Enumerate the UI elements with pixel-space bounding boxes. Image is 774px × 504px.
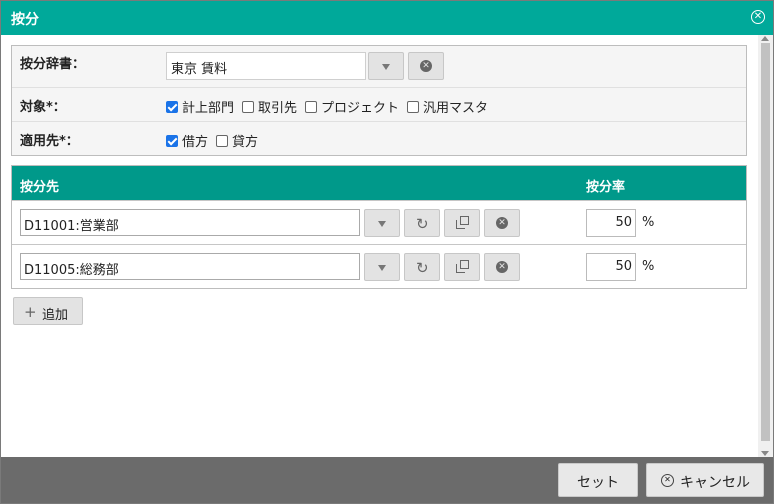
cancel-icon: ✕ bbox=[661, 474, 674, 487]
target-option-project[interactable]: プロジェクト bbox=[305, 97, 399, 116]
rate-unit: % bbox=[642, 215, 655, 230]
refresh-icon: ↻ bbox=[416, 215, 429, 233]
rate-input[interactable]: 50 bbox=[586, 253, 636, 281]
grid-header: 按分先 按分率 bbox=[12, 166, 746, 200]
checkbox[interactable] bbox=[407, 100, 420, 113]
add-row-button[interactable]: + 追加 bbox=[13, 297, 83, 325]
copy-icon bbox=[456, 260, 470, 274]
apply-to-checkboxes: 借方 貸方 bbox=[166, 131, 266, 150]
rate-unit: % bbox=[642, 259, 655, 274]
target-option-label: 汎用マスタ bbox=[423, 101, 489, 116]
destination-input[interactable]: D11001:営業部 bbox=[20, 209, 360, 236]
scroll-up-icon[interactable] bbox=[761, 36, 769, 41]
delete-button[interactable]: ✕ bbox=[484, 253, 520, 281]
checkbox[interactable] bbox=[166, 100, 178, 113]
checkbox[interactable] bbox=[216, 134, 229, 147]
refresh-icon: ↻ bbox=[416, 259, 429, 277]
dictionary-label: 按分辞書： bbox=[20, 57, 86, 72]
copy-icon bbox=[456, 216, 470, 230]
apply-to-row: 適用先*： 借方 貸方 bbox=[12, 122, 746, 155]
apply-to-label: 適用先*： bbox=[20, 134, 79, 149]
delete-button[interactable]: ✕ bbox=[484, 209, 520, 237]
destination-column-header: 按分先 bbox=[20, 180, 60, 195]
apply-to-option-label: 貸方 bbox=[232, 135, 259, 150]
target-option-label: プロジェクト bbox=[321, 101, 400, 116]
delete-icon: ✕ bbox=[496, 261, 508, 273]
checkbox[interactable] bbox=[166, 134, 178, 147]
delete-icon: ✕ bbox=[496, 217, 508, 229]
plus-icon: + bbox=[24, 303, 37, 321]
settings-panel: 按分辞書： 東京 賃料 ✕ 対象*： 計上部門 取引先 プロジェクト 汎用マスタ… bbox=[11, 45, 747, 156]
target-option-general-master[interactable]: 汎用マスタ bbox=[407, 97, 488, 116]
target-checkboxes: 計上部門 取引先 プロジェクト 汎用マスタ bbox=[166, 97, 496, 116]
allocation-dialog: 按分 ✕ 按分辞書： 東京 賃料 ✕ 対象*： 計上部門 取引先 プロジェクト … bbox=[0, 0, 774, 504]
dialog-title: 按分 bbox=[11, 12, 39, 28]
dialog-titlebar: 按分 ✕ bbox=[1, 1, 773, 35]
reset-button[interactable]: ↻ bbox=[404, 209, 440, 237]
set-button[interactable]: セット bbox=[558, 463, 638, 497]
dictionary-clear-button[interactable]: ✕ bbox=[408, 52, 444, 80]
add-row-label: 追加 bbox=[42, 308, 69, 323]
target-option-label: 取引先 bbox=[258, 101, 298, 116]
dictionary-input[interactable]: 東京 賃料 bbox=[166, 52, 366, 80]
chevron-down-icon bbox=[378, 265, 386, 271]
scroll-down-icon[interactable] bbox=[761, 451, 769, 456]
dialog-content: 按分辞書： 東京 賃料 ✕ 対象*： 計上部門 取引先 プロジェクト 汎用マスタ… bbox=[1, 35, 758, 457]
chevron-down-icon bbox=[378, 221, 386, 227]
target-label: 対象*： bbox=[20, 100, 66, 115]
scrollbar-thumb[interactable] bbox=[761, 43, 770, 441]
close-icon[interactable]: ✕ bbox=[751, 10, 765, 24]
apply-to-option-debit[interactable]: 借方 bbox=[166, 131, 208, 150]
cancel-button-label: キャンセル bbox=[680, 475, 750, 491]
apply-to-option-label: 借方 bbox=[182, 135, 209, 150]
chevron-down-icon bbox=[382, 64, 390, 70]
table-row: D11005:総務部 ↻ ✕ 50 % bbox=[12, 244, 746, 288]
rate-column-header: 按分率 bbox=[586, 180, 626, 195]
dialog-footer: セット ✕ キャンセル bbox=[1, 457, 773, 503]
vertical-scrollbar[interactable] bbox=[758, 35, 773, 457]
allocation-grid: 按分先 按分率 D11001:営業部 ↻ ✕ 50 % D11005:総務部 ↻… bbox=[11, 165, 747, 289]
target-row: 対象*： 計上部門 取引先 プロジェクト 汎用マスタ bbox=[12, 88, 746, 122]
apply-to-option-credit[interactable]: 貸方 bbox=[216, 131, 258, 150]
clear-icon: ✕ bbox=[420, 60, 432, 72]
destination-dropdown-button[interactable] bbox=[364, 253, 400, 281]
copy-button[interactable] bbox=[444, 253, 480, 281]
destination-dropdown-button[interactable] bbox=[364, 209, 400, 237]
dictionary-row: 按分辞書： 東京 賃料 ✕ bbox=[12, 46, 746, 88]
dictionary-dropdown-button[interactable] bbox=[368, 52, 404, 80]
reset-button[interactable]: ↻ bbox=[404, 253, 440, 281]
target-option-partner[interactable]: 取引先 bbox=[242, 97, 297, 116]
copy-button[interactable] bbox=[444, 209, 480, 237]
cancel-button[interactable]: ✕ キャンセル bbox=[646, 463, 764, 497]
target-option-label: 計上部門 bbox=[182, 101, 235, 116]
table-row: D11001:営業部 ↻ ✕ 50 % bbox=[12, 200, 746, 244]
target-option-department[interactable]: 計上部門 bbox=[166, 97, 234, 116]
set-button-label: セット bbox=[577, 475, 619, 491]
checkbox[interactable] bbox=[305, 100, 318, 113]
destination-input[interactable]: D11005:総務部 bbox=[20, 253, 360, 280]
checkbox[interactable] bbox=[242, 100, 255, 113]
rate-input[interactable]: 50 bbox=[586, 209, 636, 237]
